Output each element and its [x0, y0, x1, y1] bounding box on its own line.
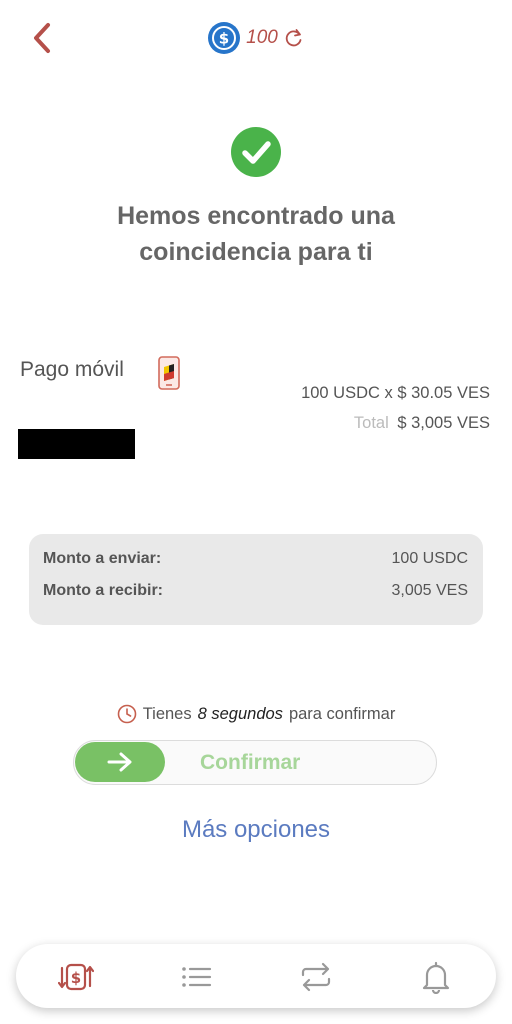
match-headline: Hemos encontrado una coincidencia para t…: [117, 202, 395, 266]
send-amount-row: Monto a enviar: 100 USDC: [43, 550, 468, 568]
confirm-label: Confirmar: [200, 751, 301, 774]
timer-seconds: 8 segundos: [197, 704, 283, 723]
exchange-rate-line: 100 USDC x $ 30.05 VES: [301, 384, 490, 402]
total-line: Total $ 3,005 VES: [354, 414, 490, 433]
success-check-icon: [231, 127, 281, 177]
receive-amount-value: 3,005 VES: [391, 582, 469, 599]
redacted-account-info: [18, 429, 135, 459]
send-amount-value: 100 USDC: [391, 550, 468, 567]
total-value: $ 3,005 VES: [397, 414, 490, 432]
transfer-icon: [301, 962, 331, 992]
mobile-phone-icon: [158, 356, 180, 390]
timer-prefix: Tienes: [142, 704, 192, 723]
refresh-icon[interactable]: [284, 28, 304, 48]
nav-exchange[interactable]: $: [57, 960, 95, 994]
more-options-link[interactable]: Más opciones: [0, 816, 512, 844]
usdc-coin-icon: $: [208, 22, 241, 54]
payment-method-label: Pago móvil: [20, 358, 124, 381]
svg-text:$: $: [71, 969, 81, 987]
amount-summary-card: Monto a enviar: 100 USDC Monto a recibir…: [29, 534, 483, 625]
timer-suffix: para confirmar: [288, 704, 396, 723]
nav-transfer[interactable]: [298, 960, 334, 994]
balance-value: 100: [246, 27, 278, 48]
clock-icon: [117, 704, 136, 724]
receive-amount-label: Monto a recibir:: [43, 582, 164, 599]
exchange-icon: $: [57, 963, 95, 991]
bell-icon: [422, 961, 450, 995]
confirm-timer: Tienes 8 segundos para confirmar: [0, 704, 512, 724]
send-amount-label: Monto a enviar:: [43, 550, 162, 567]
total-label: Total: [353, 414, 389, 432]
list-icon: [182, 967, 212, 987]
slide-to-confirm[interactable]: Confirmar: [73, 740, 437, 785]
nav-notifications[interactable]: [418, 960, 454, 995]
slider-handle[interactable]: [75, 742, 165, 782]
receive-amount-row: Monto a recibir: 3,005 VES: [43, 582, 468, 600]
arrow-right-icon: [107, 752, 132, 772]
nav-list[interactable]: [178, 960, 214, 994]
svg-text:$: $: [219, 30, 229, 48]
bottom-nav: $: [16, 944, 496, 1008]
balance-indicator: $ 100: [0, 22, 512, 54]
